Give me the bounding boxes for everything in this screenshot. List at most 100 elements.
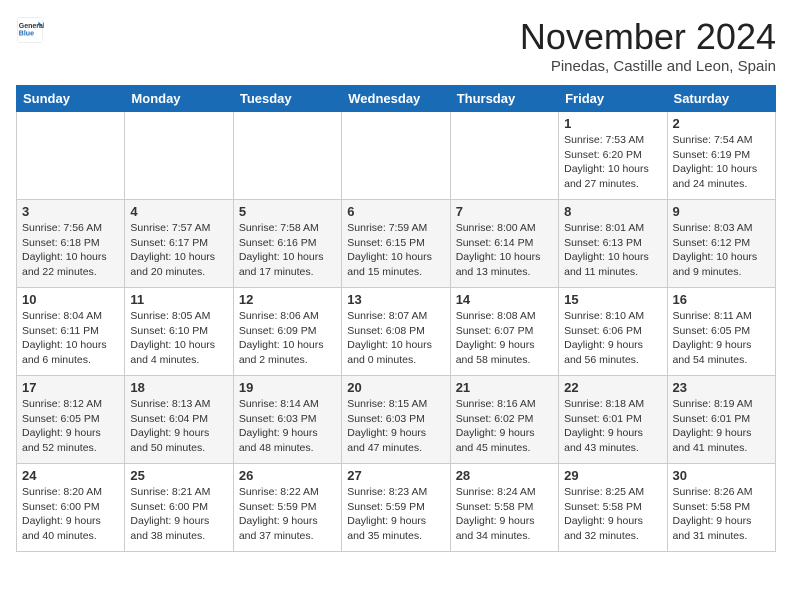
weekday-header-sunday: Sunday — [17, 86, 125, 112]
calendar-cell: 28 Sunrise: 8:24 AMSunset: 5:58 PMDayligh… — [450, 464, 558, 552]
cell-text: Daylight: 10 hours and 17 minutes. — [239, 250, 336, 279]
cell-text: Daylight: 9 hours and 43 minutes. — [564, 426, 661, 455]
cell-text: Daylight: 10 hours and 9 minutes. — [673, 250, 770, 279]
calendar-cell: 27Sunrise: 8:23 AMSunset: 5:59 PMDayligh… — [342, 464, 450, 552]
logo: General Blue — [16, 16, 44, 44]
cell-text: Sunset: 6:09 PM — [239, 324, 336, 339]
calendar-cell: 7Sunrise: 8:00 AMSunset: 6:14 PMDaylight… — [450, 200, 558, 288]
cell-text: Sunrise: 8:15 AM — [347, 397, 444, 412]
calendar-cell: 1Sunrise: 7:53 AMSunset: 6:20 PMDaylight… — [559, 112, 667, 200]
calendar-cell: 3Sunrise: 7:56 AMSunset: 6:18 PMDaylight… — [17, 200, 125, 288]
page-header: General Blue November 2024 Pinedas, Cast… — [16, 16, 776, 75]
location-title: Pinedas, Castille and Leon, Spain — [520, 58, 776, 75]
cell-text: Sunset: 6:11 PM — [22, 324, 119, 339]
cell-text: Sunrise: 8:04 AM — [22, 309, 119, 324]
cell-text: Daylight: 9 hours and 50 minutes. — [130, 426, 227, 455]
day-number: 22 — [564, 380, 661, 395]
day-number: 8 — [564, 204, 661, 219]
day-number: 18 — [130, 380, 227, 395]
weekday-header-wednesday: Wednesday — [342, 86, 450, 112]
day-number: 29 — [564, 468, 661, 483]
weekday-header-row: SundayMondayTuesdayWednesdayThursdayFrid… — [17, 86, 776, 112]
cell-text: Sunrise: 8:26 AM — [673, 485, 770, 500]
cell-text: Sunset: 6:13 PM — [564, 236, 661, 251]
cell-text: Daylight: 10 hours and 22 minutes. — [22, 250, 119, 279]
cell-text: Sunset: 6:18 PM — [22, 236, 119, 251]
cell-text: Sunset: 6:20 PM — [564, 148, 661, 163]
cell-text: Sunrise: 8:03 AM — [673, 221, 770, 236]
calendar-cell: 9Sunrise: 8:03 AMSunset: 6:12 PMDaylight… — [667, 200, 775, 288]
day-number: 28 — [456, 468, 553, 483]
day-number: 19 — [239, 380, 336, 395]
week-row-4: 17Sunrise: 8:12 AMSunset: 6:05 PMDayligh… — [17, 376, 776, 464]
day-number: 30 — [673, 468, 770, 483]
cell-text: Sunrise: 7:56 AM — [22, 221, 119, 236]
day-number: 15 — [564, 292, 661, 307]
calendar-cell: 16Sunrise: 8:11 AMSunset: 6:05 PMDayligh… — [667, 288, 775, 376]
cell-text: Sunrise: 8:22 AM — [239, 485, 336, 500]
cell-text: Daylight: 9 hours and 34 minutes. — [456, 514, 553, 543]
cell-text: Daylight: 9 hours and 52 minutes. — [22, 426, 119, 455]
cell-text: Sunrise: 8:21 AM — [130, 485, 227, 500]
cell-text: Daylight: 10 hours and 11 minutes. — [564, 250, 661, 279]
calendar-cell: 17 Sunrise: 8:12 AMSunset: 6:05 PMDayligh… — [17, 376, 125, 464]
cell-text: Daylight: 9 hours and 35 minutes. — [347, 514, 444, 543]
cell-text: Sunset: 6:00 PM — [130, 500, 227, 515]
day-number: 6 — [347, 204, 444, 219]
weekday-header-friday: Friday — [559, 86, 667, 112]
cell-text: Sunset: 5:58 PM — [456, 500, 553, 515]
calendar-cell: 24Sunrise: 8:20 AMSunset: 6:00 PMDayligh… — [17, 464, 125, 552]
calendar-cell — [233, 112, 341, 200]
cell-text: Sunrise: 8:10 AM — [564, 309, 661, 324]
cell-text: Daylight: 9 hours and 45 minutes. — [456, 426, 553, 455]
cell-text: Sunset: 6:19 PM — [673, 148, 770, 163]
cell-text: Sunrise: 8:08 AM — [456, 309, 553, 324]
cell-text: Sunrise: 8:24 AM — [456, 485, 553, 500]
calendar-cell: 12Sunrise: 8:06 AMSunset: 6:09 PMDayligh… — [233, 288, 341, 376]
calendar-cell: 2Sunrise: 7:54 AMSunset: 6:19 PMDaylight… — [667, 112, 775, 200]
cell-text: Sunset: 6:04 PM — [130, 412, 227, 427]
cell-text: Sunrise: 8:25 AM — [564, 485, 661, 500]
cell-text: Sunrise: 7:53 AM — [564, 133, 661, 148]
day-number: 4 — [130, 204, 227, 219]
cell-text: Sunrise: 8:14 AM — [239, 397, 336, 412]
day-number: 5 — [239, 204, 336, 219]
week-row-2: 3Sunrise: 7:56 AMSunset: 6:18 PMDaylight… — [17, 200, 776, 288]
calendar-cell: 10Sunrise: 8:04 AMSunset: 6:11 PMDayligh… — [17, 288, 125, 376]
cell-text: Daylight: 9 hours and 58 minutes. — [456, 338, 553, 367]
cell-text: Sunrise: 8:05 AM — [130, 309, 227, 324]
calendar-cell — [125, 112, 233, 200]
day-number: 24 — [22, 468, 119, 483]
cell-text: Daylight: 9 hours and 48 minutes. — [239, 426, 336, 455]
calendar-cell: 19Sunrise: 8:14 AMSunset: 6:03 PMDayligh… — [233, 376, 341, 464]
cell-text: Sunset: 6:17 PM — [130, 236, 227, 251]
calendar-cell — [17, 112, 125, 200]
cell-text: Sunset: 6:05 PM — [22, 412, 119, 427]
cell-text: Sunrise: 8:07 AM — [347, 309, 444, 324]
cell-text: Sunrise: 8:19 AM — [673, 397, 770, 412]
cell-text: Daylight: 10 hours and 2 minutes. — [239, 338, 336, 367]
cell-text: Daylight: 9 hours and 56 minutes. — [564, 338, 661, 367]
cell-text: Sunset: 6:00 PM — [22, 500, 119, 515]
cell-text: Daylight: 9 hours and 40 minutes. — [22, 514, 119, 543]
cell-text: Daylight: 10 hours and 6 minutes. — [22, 338, 119, 367]
month-title: November 2024 — [520, 16, 776, 58]
calendar-cell: 4Sunrise: 7:57 AMSunset: 6:17 PMDaylight… — [125, 200, 233, 288]
week-row-1: 1Sunrise: 7:53 AMSunset: 6:20 PMDaylight… — [17, 112, 776, 200]
day-number: 26 — [239, 468, 336, 483]
day-number: 13 — [347, 292, 444, 307]
day-number: 17 — [22, 380, 119, 395]
calendar-cell: 5Sunrise: 7:58 AMSunset: 6:16 PMDaylight… — [233, 200, 341, 288]
cell-text: Sunrise: 8:12 AM — [22, 397, 119, 412]
cell-text: Sunrise: 8:06 AM — [239, 309, 336, 324]
cell-text: Sunrise: 8:00 AM — [456, 221, 553, 236]
title-block: November 2024 Pinedas, Castille and Leon… — [520, 16, 776, 75]
calendar-cell: 6Sunrise: 7:59 AMSunset: 6:15 PMDaylight… — [342, 200, 450, 288]
cell-text: Sunrise: 7:57 AM — [130, 221, 227, 236]
calendar-cell: 15Sunrise: 8:10 AMSunset: 6:06 PMDayligh… — [559, 288, 667, 376]
calendar-cell: 26Sunrise: 8:22 AMSunset: 5:59 PMDayligh… — [233, 464, 341, 552]
cell-text: Sunset: 6:01 PM — [564, 412, 661, 427]
day-number: 16 — [673, 292, 770, 307]
day-number: 23 — [673, 380, 770, 395]
cell-text: Sunset: 6:08 PM — [347, 324, 444, 339]
